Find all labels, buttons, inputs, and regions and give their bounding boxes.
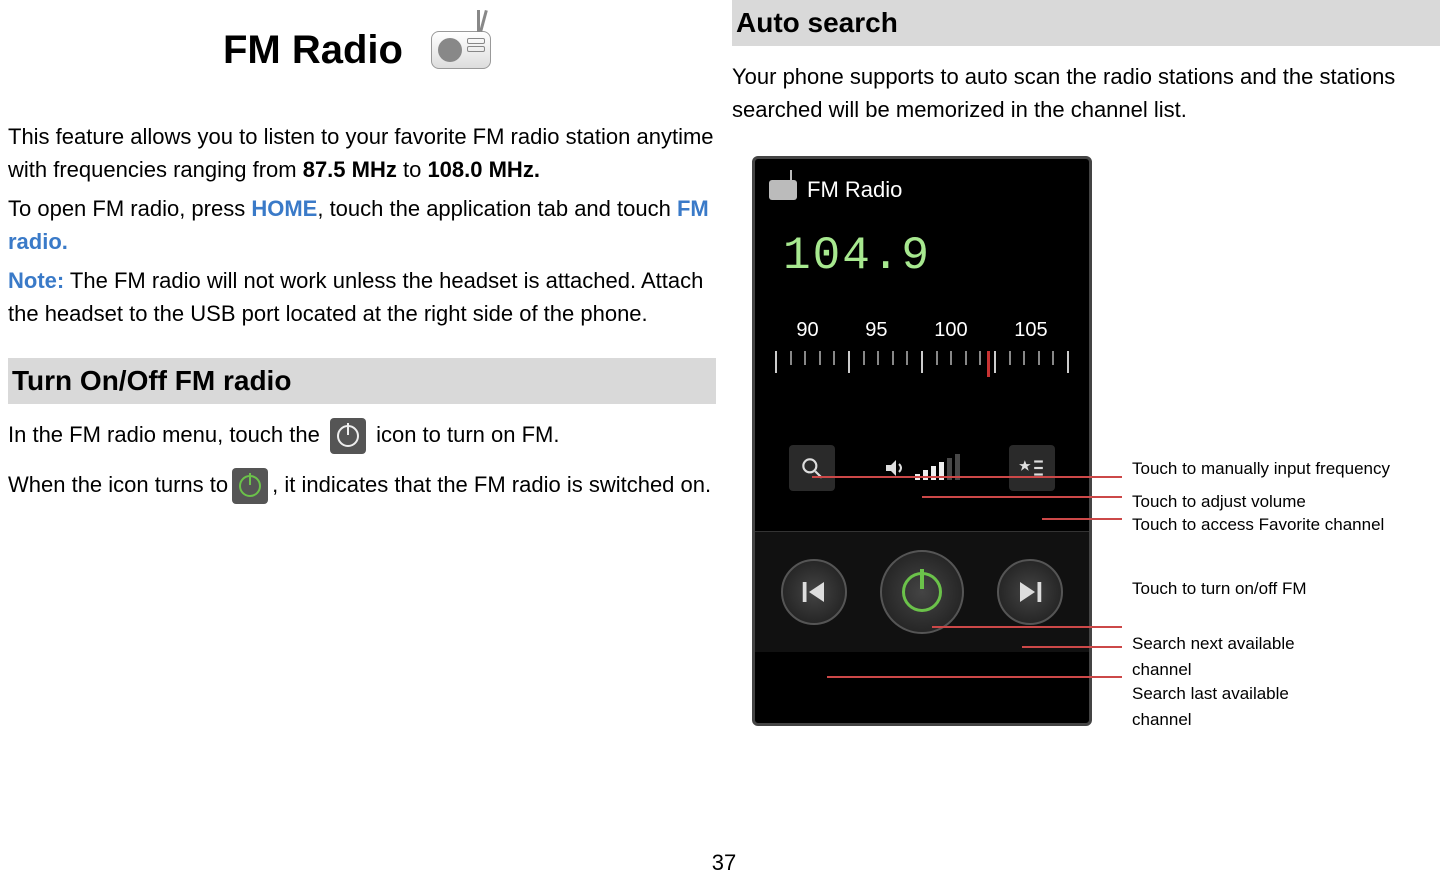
callout-manual-input: Touch to manually input frequency: [1132, 456, 1390, 482]
intro-paragraph-2: To open FM radio, press HOME, touch the …: [8, 192, 716, 258]
freq-low: 87.5 MHz: [303, 157, 397, 182]
text: , it indicates that the FM radio is swit…: [272, 472, 711, 497]
radio-icon: [421, 10, 501, 90]
power-icon-off: [330, 418, 366, 454]
callout-volume: Touch to adjust volume: [1132, 489, 1392, 515]
auto-search-body: Your phone supports to auto scan the rad…: [732, 60, 1440, 126]
callout-search-next: Search next available channel: [1132, 631, 1332, 682]
text: , touch the application tab and touch: [317, 196, 677, 221]
note-body: The FM radio will not work unless the he…: [8, 268, 703, 326]
text: When the icon turns to: [8, 472, 228, 497]
turn-on-paragraph-1: In the FM radio menu, touch the icon to …: [8, 418, 716, 454]
callout-favorite: Touch to access Favorite channel: [1132, 512, 1412, 538]
callout-search-last: Search last available channel: [1132, 681, 1332, 732]
page-title: FM Radio: [223, 20, 403, 80]
callout-on-off: Touch to turn on/off FM: [1132, 576, 1332, 602]
section-heading-auto-search: Auto search: [732, 0, 1440, 46]
text: To open FM radio, press: [8, 196, 251, 221]
text: to: [397, 157, 428, 182]
callouts: Touch to manually input frequency Touch …: [732, 156, 1422, 746]
freq-high: 108.0 MHz.: [427, 157, 540, 182]
note-label: Note:: [8, 268, 64, 293]
note-paragraph: Note: The FM radio will not work unless …: [8, 264, 716, 330]
home-key-label: HOME: [251, 196, 317, 221]
power-icon-on: [232, 468, 268, 504]
section-heading-turn-on-off: Turn On/Off FM radio: [8, 358, 716, 404]
intro-paragraph-1: This feature allows you to listen to you…: [8, 120, 716, 186]
text: In the FM radio menu, touch the: [8, 422, 326, 447]
text: icon to turn on FM.: [376, 422, 559, 447]
turn-on-paragraph-2: When the icon turns to , it indicates tha…: [8, 468, 716, 504]
page-number: 37: [712, 846, 736, 879]
